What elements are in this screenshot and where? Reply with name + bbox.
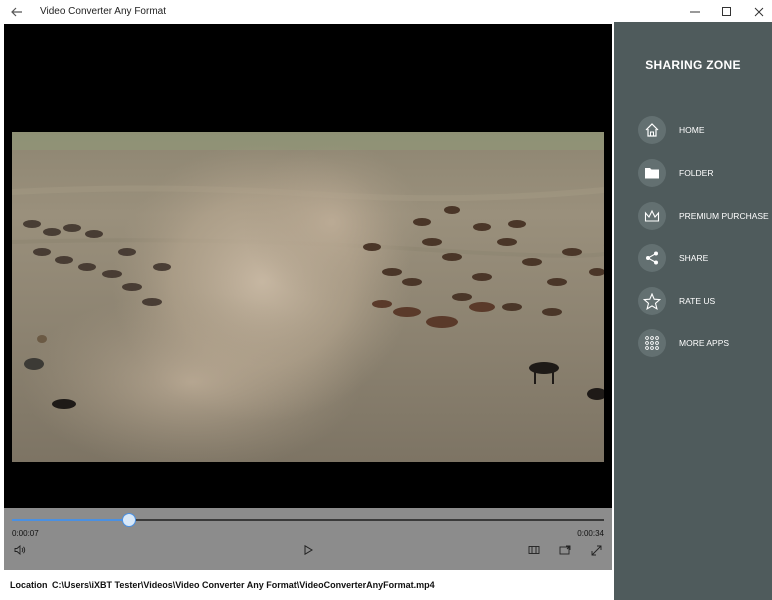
video-frame-image: [12, 132, 604, 462]
seek-bar-thumb[interactable]: [122, 513, 137, 527]
sidebar-item-label: MORE APPS: [679, 338, 730, 348]
sidebar-item-folder[interactable]: FOLDER: [638, 159, 772, 189]
volume-icon: [14, 545, 26, 555]
fullscreen-button[interactable]: [588, 543, 604, 557]
grid-dots-icon: [638, 329, 666, 357]
video-player: 0:00:07 0:00:34: [4, 24, 612, 570]
sidebar-item-premium-purchase[interactable]: PREMIUM PURCHASE: [638, 202, 772, 232]
sidebar-title: SHARING ZONE: [645, 58, 741, 72]
current-time: 0:00:07: [12, 529, 39, 538]
share-icon: [638, 244, 666, 272]
close-icon: [754, 7, 764, 17]
location-bar: Location C:\Users\iXBT Tester\Videos\Vid…: [0, 570, 614, 600]
sidebar-item-label: HOME: [679, 125, 705, 135]
horses-video-frame: [12, 132, 604, 462]
location-label: Location: [10, 580, 48, 590]
cast-icon: [559, 545, 571, 555]
seek-bar-progress: [12, 519, 130, 521]
sidebar-item-label: RATE US: [679, 296, 716, 306]
home-icon: [638, 116, 666, 144]
video-viewport[interactable]: [4, 24, 612, 508]
title-bar: Video Converter Any Format: [0, 0, 772, 24]
aspect-ratio-icon: [528, 546, 540, 554]
play-icon: [304, 545, 313, 555]
location-path: C:\Users\iXBT Tester\Videos\Video Conver…: [52, 580, 435, 590]
aspect-ratio-button[interactable]: [526, 543, 542, 557]
sidebar-item-rate-us[interactable]: RATE US: [638, 287, 772, 317]
seek-bar[interactable]: [12, 513, 604, 527]
sidebar-item-label: PREMIUM PURCHASE: [679, 211, 769, 221]
minimize-icon: [690, 11, 700, 13]
back-button[interactable]: [6, 2, 28, 22]
star-icon: [638, 287, 666, 315]
minimize-button[interactable]: [678, 0, 712, 24]
volume-button[interactable]: [12, 543, 28, 557]
app-title: Video Converter Any Format: [40, 6, 166, 17]
sidebar-item-more-apps[interactable]: MORE APPS: [638, 329, 772, 359]
play-button[interactable]: [300, 543, 316, 557]
close-button[interactable]: [742, 0, 772, 24]
maximize-icon: [722, 7, 731, 16]
maximize-button[interactable]: [710, 0, 744, 24]
sidebar-item-label: SHARE: [679, 253, 709, 263]
sidebar-item-label: FOLDER: [679, 168, 714, 178]
folder-icon: [638, 159, 666, 187]
back-arrow-icon: [11, 7, 22, 17]
cast-button[interactable]: [557, 543, 573, 557]
total-time: 0:00:34: [577, 529, 604, 538]
fullscreen-icon: [591, 545, 601, 555]
crown-icon: [638, 202, 666, 230]
sharing-zone-sidebar: SHARING ZONE HOME FOLDER PREMIUM PURCHAS…: [614, 22, 772, 600]
sidebar-item-home[interactable]: HOME: [638, 116, 772, 146]
sidebar-item-share[interactable]: SHARE: [638, 244, 772, 274]
